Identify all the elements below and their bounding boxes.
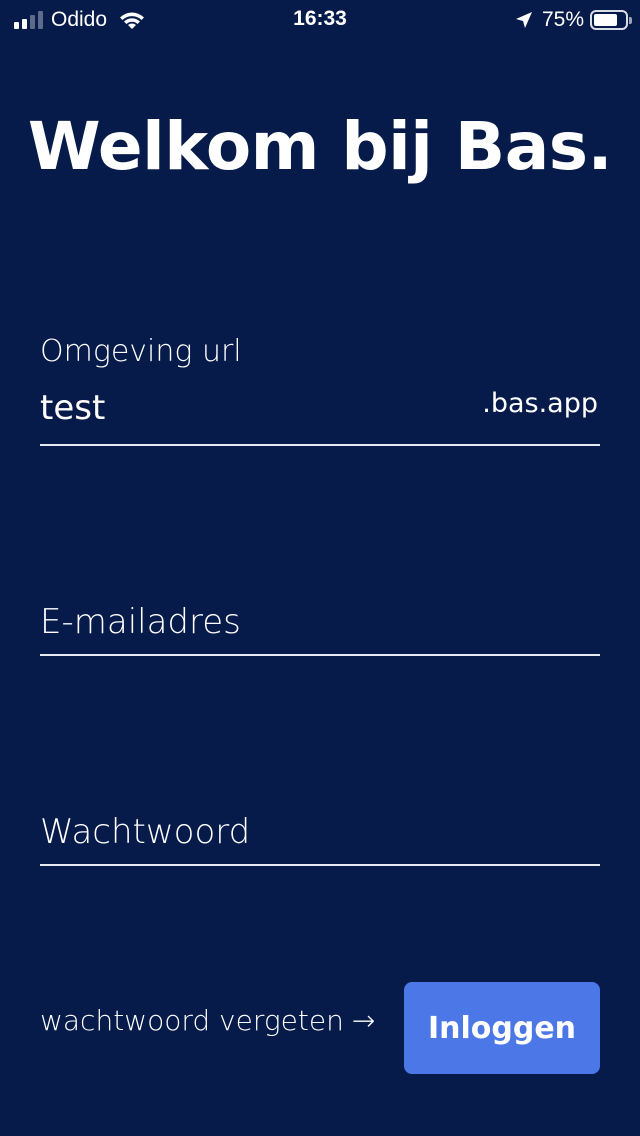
login-button[interactable]: Inloggen bbox=[404, 982, 600, 1074]
battery-percent: 75% bbox=[541, 8, 584, 31]
email-field[interactable] bbox=[40, 580, 600, 656]
password-input[interactable] bbox=[40, 802, 600, 862]
password-field[interactable] bbox=[40, 790, 600, 866]
login-screen: Odido 16:33 75% Welkom bij Bas. Omgeving… bbox=[0, 0, 640, 1136]
battery-icon bbox=[590, 10, 632, 30]
environment-url-field[interactable]: Omgeving url test .bas.app bbox=[40, 330, 600, 446]
environment-url-label: Omgeving url bbox=[40, 334, 242, 369]
email-underline bbox=[40, 654, 600, 656]
status-bar: Odido 16:33 75% bbox=[0, 0, 640, 40]
battery-fill bbox=[594, 14, 617, 26]
page-title: Welkom bij Bas. bbox=[27, 108, 613, 185]
forgot-password-link[interactable]: wachtwoord vergeten → bbox=[40, 1004, 375, 1037]
arrow-right-icon: → bbox=[351, 1004, 376, 1037]
environment-url-input[interactable]: test bbox=[40, 388, 105, 428]
environment-url-underline bbox=[40, 444, 600, 446]
environment-url-suffix: .bas.app bbox=[482, 388, 598, 419]
location-arrow-icon bbox=[515, 12, 532, 28]
password-underline bbox=[40, 864, 600, 866]
battery-nub bbox=[629, 17, 632, 24]
forgot-password-label: wachtwoord vergeten bbox=[40, 1004, 344, 1037]
status-right: 75% bbox=[514, 8, 632, 32]
email-input[interactable] bbox=[40, 592, 600, 652]
